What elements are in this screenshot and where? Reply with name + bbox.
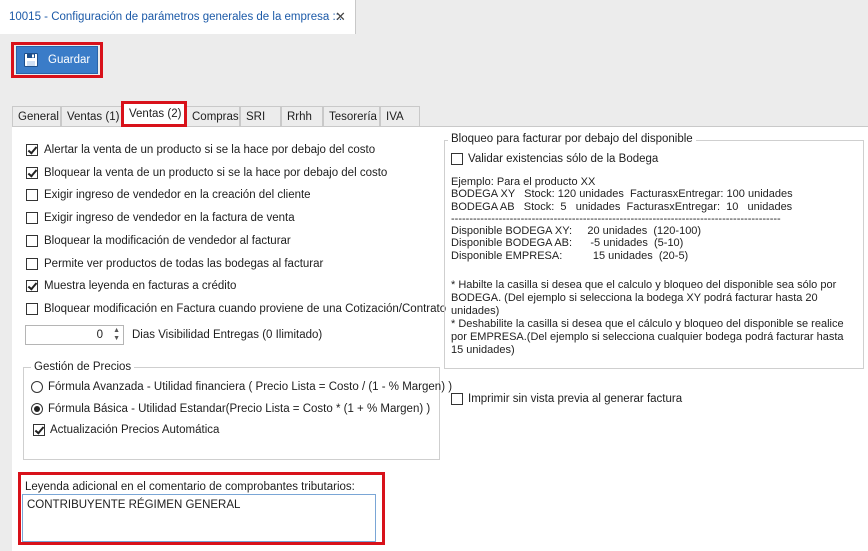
option-label: Muestra leyenda en facturas a crédito: [44, 280, 237, 292]
option-label: Bloquear la venta de un producto si se l…: [44, 167, 388, 179]
pricing-group-title: Gestión de Precios: [31, 361, 135, 373]
tab-label: Tesorería: [329, 111, 377, 123]
radio-label: Fórmula Básica - Utilidad Estandar(Preci…: [48, 403, 431, 415]
tab-label: IVA: [386, 111, 404, 123]
option-label: Exigir ingreso de vendedor en la factura…: [44, 212, 295, 224]
spinner-arrows-icon[interactable]: ▲ ▼: [113, 327, 120, 343]
tab-label: Rrhh: [287, 111, 312, 123]
tab-rrhh[interactable]: Rrhh: [281, 106, 323, 127]
tab-ventas-1[interactable]: Ventas (1): [61, 106, 122, 127]
stock-example: Ejemplo: Para el producto XX BODEGA XY S…: [451, 176, 793, 262]
close-icon[interactable]: ✕: [335, 9, 346, 25]
tab-label: General: [18, 111, 59, 123]
tab-sri[interactable]: SRI: [240, 106, 281, 127]
option-label: Actualización Precios Automática: [50, 424, 220, 436]
delivery-days-value: 0: [96, 329, 103, 341]
option-label: Permite ver productos de todas las bodeg…: [44, 258, 324, 270]
option-label: Alertar la venta de un producto si se la…: [44, 144, 376, 156]
highlight-tab: [121, 101, 187, 127]
checkbox[interactable]: [33, 424, 45, 436]
tab-label: Ventas (1): [67, 111, 120, 123]
note-disable: * Deshabilite la casilla si desea que el…: [451, 318, 844, 356]
tab-iva[interactable]: IVA: [380, 106, 420, 127]
floppy-disk-icon: [24, 53, 38, 67]
legend-text: CONTRIBUYENTE RÉGIMEN GENERAL: [27, 499, 241, 511]
checkbox[interactable]: [26, 303, 38, 315]
toolbar: [0, 34, 868, 94]
checkbox[interactable]: [26, 280, 38, 292]
checkbox[interactable]: [26, 189, 38, 201]
checkbox[interactable]: [26, 212, 38, 224]
note-enable: * Habilte la casilla si desea que el cal…: [451, 279, 837, 317]
block-group-title: Bloqueo para facturar por debajo del dis…: [448, 133, 696, 145]
tab-tesoreria[interactable]: Tesorería: [323, 106, 380, 127]
checkbox[interactable]: [451, 153, 463, 165]
delivery-days-label: Dias Visibilidad Entregas (0 Ilimitado): [132, 329, 323, 341]
tab-compras[interactable]: Compras: [186, 106, 240, 127]
tab-label: SRI: [246, 111, 266, 123]
option-label: Bloquear modificación en Factura cuando …: [44, 303, 447, 315]
checkbox[interactable]: [451, 393, 463, 405]
legend-textarea[interactable]: CONTRIBUYENTE RÉGIMEN GENERAL: [22, 494, 376, 542]
tab-general[interactable]: General: [12, 106, 61, 127]
document-tab-title: 10015 - Configuración de parámetros gene…: [9, 11, 343, 23]
legend-label: Leyenda adicional en el comentario de co…: [25, 481, 355, 493]
delivery-days-spinner[interactable]: 0 ▲ ▼: [25, 325, 124, 345]
radio-button[interactable]: [31, 381, 43, 393]
save-button-label: Guardar: [48, 54, 91, 66]
option-label: Exigir ingreso de vendedor en la creació…: [44, 189, 311, 201]
radio-label: Fórmula Avanzada - Utilidad financiera (…: [48, 381, 453, 393]
radio-button[interactable]: [31, 403, 43, 415]
save-button[interactable]: Guardar: [16, 46, 98, 74]
tab-label: Compras: [192, 111, 239, 123]
option-label: Validar existencias sólo de la Bodega: [468, 153, 659, 165]
option-label: Imprimir sin vista previa al generar fac…: [468, 393, 683, 405]
checkbox[interactable]: [26, 167, 38, 179]
checkbox[interactable]: [26, 144, 38, 156]
document-tab[interactable]: 10015 - Configuración de parámetros gene…: [0, 0, 356, 34]
checkbox[interactable]: [26, 235, 38, 247]
option-label: Bloquear la modificación de vendedor al …: [44, 235, 291, 247]
checkbox[interactable]: [26, 258, 38, 270]
